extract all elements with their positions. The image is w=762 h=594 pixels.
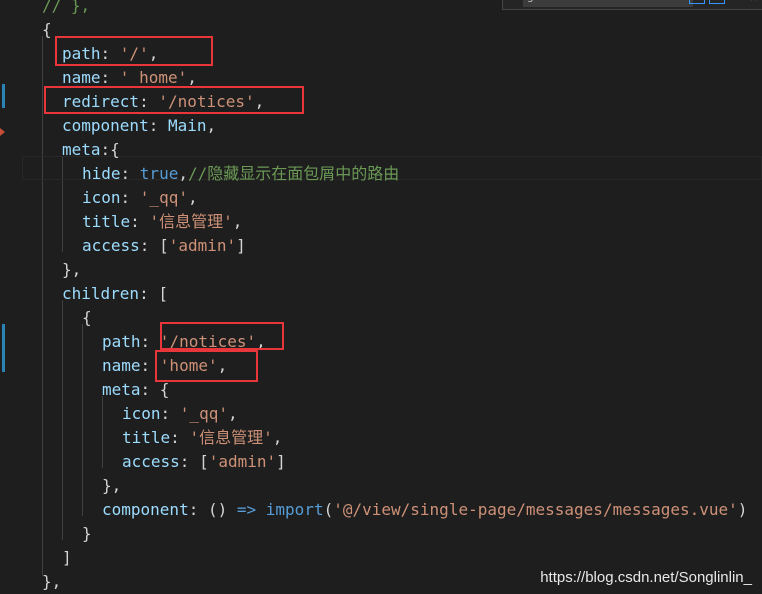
indent-guide: [62, 300, 63, 540]
code-token: : [: [139, 284, 168, 303]
code-token: ]: [62, 548, 72, 567]
code-token: =>: [236, 500, 257, 519]
git-modified-marker[interactable]: [2, 324, 5, 372]
code-line: // },: [42, 0, 90, 18]
code-line: {: [42, 18, 52, 42]
code-token: access: [122, 452, 180, 471]
code-token: },: [42, 572, 62, 591]
code-token: '_qq': [179, 404, 228, 423]
code-token: icon: [122, 404, 161, 423]
code-token: Main: [167, 116, 207, 135]
code-line: hide: true,//隐藏显示在面包屑中的路由: [82, 162, 399, 186]
code-line: {: [82, 306, 92, 330]
code-line: }: [82, 522, 92, 546]
indent-guide: [102, 396, 103, 468]
code-token: hide: [82, 164, 121, 183]
code-token: //隐藏显示在面包屑中的路由: [187, 164, 400, 183]
code-token: component: [102, 500, 189, 519]
code-line: title: '信息管理',: [122, 426, 282, 450]
editor-gutter: [0, 0, 22, 594]
code-token: '信息管理': [149, 212, 233, 231]
code-token: ): [737, 500, 748, 519]
indent-guide: [82, 324, 83, 516]
code-token: 'admin': [208, 452, 277, 471]
code-token: :: [148, 116, 168, 135]
code-token: component: [62, 116, 149, 135]
git-deleted-marker[interactable]: [0, 128, 5, 136]
code-token: : [: [179, 452, 209, 471]
code-token: : {: [140, 380, 170, 399]
code-token: },: [102, 476, 122, 495]
code-token: '_qq': [139, 188, 188, 207]
code-token: :: [160, 404, 180, 423]
code-line: },: [102, 474, 121, 498]
close-icon[interactable]: ✕: [750, 0, 757, 7]
highlight-box-child-path: [160, 322, 284, 350]
git-modified-marker[interactable]: [2, 84, 5, 108]
code-token: :: [100, 68, 120, 87]
code-token: ,: [232, 212, 243, 231]
whole-word-toggle[interactable]: [709, 0, 725, 4]
code-token: ,: [206, 116, 217, 135]
code-line: access: ['admin']: [82, 234, 246, 258]
code-token: : (): [188, 500, 237, 519]
code-token: ,: [178, 164, 188, 183]
code-line: },: [42, 570, 61, 594]
find-widget[interactable]: getBreadcrumbList ✕: [502, 0, 762, 10]
code-token: '@/view/single-page/messages/messages.vu…: [333, 500, 738, 519]
code-line: ]: [62, 546, 72, 570]
code-token: {: [82, 308, 92, 327]
code-line: component: Main,: [62, 114, 216, 138]
code-token: }: [82, 524, 92, 543]
code-token: ]: [236, 236, 246, 255]
code-line: access: ['admin']: [122, 450, 286, 474]
code-token: '信息管理': [189, 428, 273, 447]
code-token: icon: [82, 188, 121, 207]
highlight-box-child-name: [155, 350, 258, 382]
code-token: :: [120, 188, 140, 207]
code-line: },: [62, 258, 81, 282]
code-token: :: [130, 212, 150, 231]
code-token: : [: [139, 236, 169, 255]
code-token: ,: [227, 404, 238, 423]
code-token: meta: [62, 140, 101, 159]
code-token: ,: [272, 428, 283, 447]
code-token: :: [120, 164, 140, 183]
code-token: title: [122, 428, 171, 447]
code-line: icon: '_qq',: [82, 186, 198, 210]
code-token: name: [62, 68, 101, 87]
watermark: https://blog.csdn.net/Songlinlin_: [540, 569, 752, 586]
code-line: component: () => import('@/view/single-p…: [102, 498, 747, 522]
code-line: meta:{: [62, 138, 120, 162]
find-input[interactable]: getBreadcrumbList: [523, 0, 693, 7]
match-case-toggle[interactable]: [689, 0, 705, 4]
code-token: path: [102, 332, 141, 351]
code-token: meta: [102, 380, 141, 399]
code-token: {: [42, 20, 52, 39]
code-token: :{: [100, 140, 120, 159]
indent-guide: [42, 36, 43, 576]
code-token: import: [265, 500, 324, 519]
code-token: '_home': [119, 68, 188, 87]
code-token: 'admin': [168, 236, 237, 255]
code-token: name: [102, 356, 141, 375]
code-token: :: [140, 332, 160, 351]
code-line: children: [: [62, 282, 168, 306]
code-line: icon: '_qq',: [122, 402, 238, 426]
code-token: ,: [187, 188, 198, 207]
code-token: access: [82, 236, 140, 255]
code-token: (: [323, 500, 334, 519]
highlight-box-redirect: [44, 86, 304, 114]
code-token: ]: [276, 452, 286, 471]
code-token: true: [139, 164, 179, 183]
code-token: title: [82, 212, 131, 231]
code-token: children: [62, 284, 140, 303]
highlight-box-path: [55, 36, 213, 66]
code-token: ,: [187, 68, 197, 87]
code-token: // },: [42, 0, 91, 15]
code-token: },: [62, 260, 82, 279]
code-line: title: '信息管理',: [82, 210, 242, 234]
code-token: :: [170, 428, 190, 447]
